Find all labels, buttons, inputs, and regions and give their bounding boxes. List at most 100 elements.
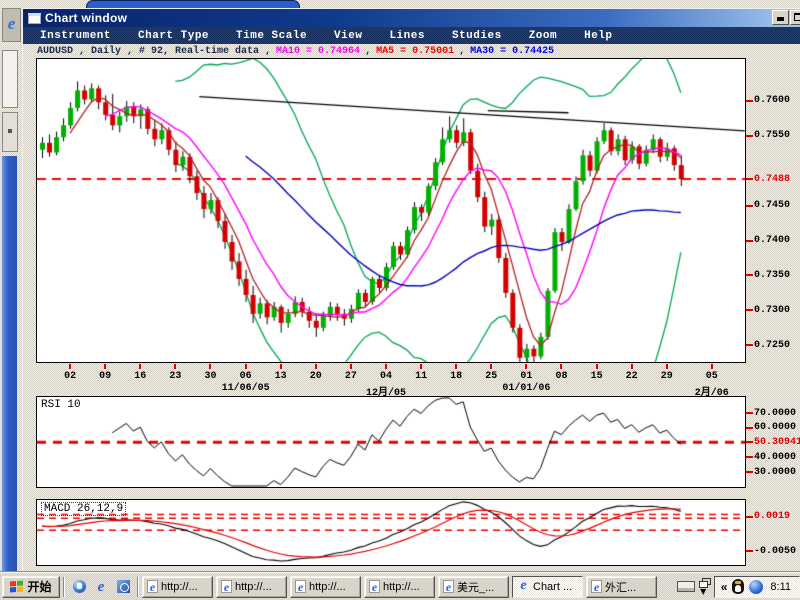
macd-panel: MACD 26,12,9 bbox=[36, 499, 746, 566]
axis-tick-mark bbox=[746, 427, 753, 429]
tray-chevron[interactable]: « bbox=[721, 580, 728, 594]
rsi-canvas[interactable] bbox=[37, 397, 745, 487]
title-bar: Chart window bbox=[23, 9, 800, 27]
axis-tick-mark bbox=[746, 205, 753, 207]
maximize-button[interactable] bbox=[790, 10, 800, 25]
menu-item-studies[interactable]: Studies bbox=[452, 30, 502, 42]
x-axis-date-label: 12月/05 bbox=[356, 383, 416, 399]
ie-page-icon: e bbox=[147, 580, 158, 593]
x-axis-tick-mark bbox=[631, 364, 633, 369]
task-button-6[interactable]: e外汇... bbox=[586, 576, 657, 598]
task-button-0[interactable]: ehttp://... bbox=[142, 576, 213, 598]
ie-page-icon: e bbox=[517, 580, 530, 593]
x-axis-date-label: 2月/06 bbox=[682, 383, 742, 399]
quicklaunch-outlook-icon[interactable] bbox=[115, 579, 131, 595]
window-title: Chart window bbox=[45, 11, 127, 25]
x-axis-label: 20 bbox=[302, 371, 330, 382]
y-axis-label: 0.7450 bbox=[746, 200, 790, 212]
x-axis-tick-mark bbox=[174, 364, 176, 369]
x-axis-label: 22 bbox=[618, 371, 646, 382]
y-axis-label: 0.7488 bbox=[746, 173, 790, 185]
ie-page-icon: e bbox=[221, 580, 232, 593]
x-axis-label: 02 bbox=[56, 371, 84, 382]
axis-tick-mark bbox=[746, 412, 753, 414]
quicklaunch-internet-explorer-icon[interactable]: e bbox=[93, 579, 109, 595]
x-axis-label: 13 bbox=[267, 371, 295, 382]
y-axis-label: 0.7350 bbox=[746, 269, 790, 281]
x-axis-label: 08 bbox=[547, 371, 575, 382]
task-button-1[interactable]: ehttp://... bbox=[216, 576, 287, 598]
task-button-4[interactable]: e美元_... bbox=[438, 576, 509, 598]
axis-tick-mark bbox=[746, 471, 753, 473]
menu-item-zoom[interactable]: Zoom bbox=[529, 30, 557, 42]
x-axis-label: 27 bbox=[337, 371, 365, 382]
status-segment: MA30 = 0.74425 bbox=[470, 46, 554, 57]
menu-item-chart-type[interactable]: Chart Type bbox=[138, 30, 209, 42]
axis-tick-mark bbox=[746, 516, 753, 518]
messenger-tray-icon[interactable] bbox=[749, 580, 763, 594]
task-button-label: 美元_... bbox=[457, 579, 494, 595]
x-axis-tick-mark bbox=[560, 364, 562, 369]
windows-logo-icon bbox=[10, 581, 23, 593]
task-button-3[interactable]: ehttp://... bbox=[364, 576, 435, 598]
menu-item-lines[interactable]: Lines bbox=[389, 30, 425, 42]
ie-page-icon: e bbox=[591, 580, 602, 593]
start-button[interactable]: 开始 bbox=[2, 576, 60, 598]
task-button-5[interactable]: eChart ... bbox=[512, 576, 583, 598]
x-axis-tick-mark bbox=[490, 364, 492, 369]
y-axis-label: 70.0000 bbox=[746, 407, 796, 419]
menu-item-help[interactable]: Help bbox=[584, 30, 612, 42]
x-axis-date-label: 01/01/06 bbox=[496, 383, 556, 394]
system-tray: « 8:11 bbox=[714, 576, 800, 598]
chart-window: Chart window Instrument Chart Type Time Sc… bbox=[22, 8, 800, 572]
x-axis-tick-mark bbox=[69, 364, 71, 369]
x-axis-tick-mark bbox=[209, 364, 211, 369]
window-icon bbox=[28, 13, 41, 24]
task-button-label: http://... bbox=[383, 581, 420, 593]
y-axis-label: 0.7250 bbox=[746, 339, 790, 351]
axis-tick-mark bbox=[746, 550, 753, 552]
taskbar-divider bbox=[63, 577, 65, 597]
background-scrollbar-fragment[interactable] bbox=[2, 112, 18, 152]
x-axis-label: 06 bbox=[232, 371, 260, 382]
status-segment: , bbox=[365, 46, 371, 57]
macd-canvas[interactable] bbox=[37, 500, 745, 565]
x-axis-tick-mark bbox=[711, 364, 713, 369]
x-axis-label: 11 bbox=[407, 371, 435, 382]
minimize-icon bbox=[777, 17, 784, 21]
minimize-button[interactable] bbox=[772, 10, 789, 25]
x-axis-tick-mark bbox=[104, 364, 106, 369]
status-segment: MA10 = 0.74964 bbox=[276, 46, 360, 57]
y-axis-label: 0.7550 bbox=[746, 130, 790, 142]
x-axis-label: 16 bbox=[126, 371, 154, 382]
background-toolbar-fragment bbox=[2, 50, 18, 108]
taskbar-divider bbox=[137, 577, 139, 597]
status-segment: , bbox=[459, 46, 465, 57]
x-axis-tick-mark bbox=[455, 364, 457, 369]
price-chart-canvas[interactable] bbox=[37, 59, 745, 362]
desktop: e Chart window Instrument Chart Type Time … bbox=[0, 0, 800, 600]
axis-tick-mark bbox=[746, 441, 753, 443]
desktop-toolbar-toggle[interactable]: ▼ bbox=[699, 578, 708, 595]
task-button-2[interactable]: ehttp://... bbox=[290, 576, 361, 598]
x-axis-tick-mark bbox=[420, 364, 422, 369]
x-axis-tick-mark bbox=[596, 364, 598, 369]
axis-tick-mark bbox=[746, 344, 753, 346]
x-axis-label: 15 bbox=[583, 371, 611, 382]
x-axis-tick-mark bbox=[245, 364, 247, 369]
price-chart-panel bbox=[36, 58, 746, 363]
taskbar-clock[interactable]: 8:11 bbox=[770, 581, 791, 593]
qq-penguin-tray-icon[interactable] bbox=[732, 579, 744, 594]
quicklaunch-messenger-icon[interactable] bbox=[71, 579, 87, 595]
x-axis-label: 05 bbox=[698, 371, 726, 382]
menu-item-instrument[interactable]: Instrument bbox=[40, 30, 111, 42]
y-axis-label: 40.0000 bbox=[746, 451, 796, 463]
menu-item-view[interactable]: View bbox=[334, 30, 362, 42]
keyboard-layout-icon[interactable] bbox=[677, 581, 695, 592]
x-axis-label: 25 bbox=[477, 371, 505, 382]
menu-item-time-scale[interactable]: Time Scale bbox=[236, 30, 307, 42]
taskbar: 开始 e ehttp://...ehttp://...ehttp://...eh… bbox=[0, 572, 800, 600]
x-axis-tick-mark bbox=[385, 364, 387, 369]
axis-tick-mark bbox=[746, 456, 753, 458]
axis-tick-mark bbox=[746, 274, 753, 276]
